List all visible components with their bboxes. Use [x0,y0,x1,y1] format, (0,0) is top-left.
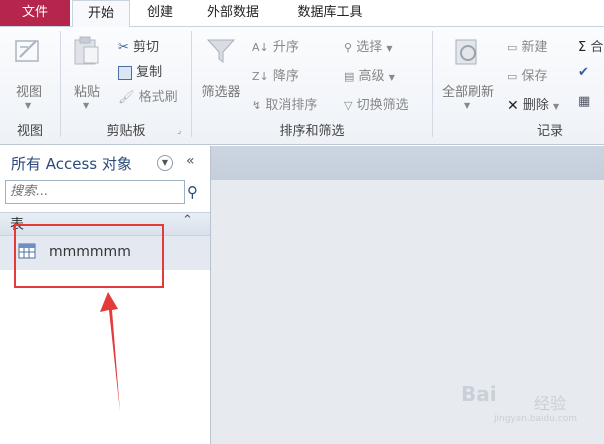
toggle-filter-icon: ▽ [344,99,353,112]
delete-label: 删除 [522,98,549,113]
arrow-annotation [100,292,120,412]
view-icon [15,40,39,62]
nav-search-box[interactable] [5,180,185,204]
group-title-view: 视图 [16,124,43,139]
advanced-label: 高级 [358,69,385,84]
totals-button[interactable]: Σ 合 [578,36,603,55]
group-divider [60,31,61,137]
chevron-down-icon: ▼ [83,101,90,110]
descending-label: 降序 [272,69,299,84]
tab-create[interactable]: 创建 [136,0,184,26]
search-icon[interactable]: ⚲ [187,183,198,201]
chevron-down-icon: ▼ [25,101,32,110]
search-input[interactable] [6,181,184,201]
format-painter-button[interactable]: 🖌 格式刷 [118,86,178,105]
filter-button[interactable]: 筛选器 [195,31,247,117]
watermark-text: 经验 jingyan.baidu.com [494,390,577,424]
new-record-label: 新建 [521,40,548,55]
refresh-icon [455,39,477,65]
clipboard-icon [74,36,99,65]
new-record-icon: ▭ [507,41,518,54]
delete-x-icon: ✕ [507,97,519,114]
watermark-sub: 经验 [534,394,567,413]
chevron-up-icon[interactable]: ⌃ [182,213,193,228]
cut-button[interactable]: ✂ 剪切 [118,36,159,55]
group-divider [191,31,192,137]
watermark-brand: Bai [461,382,497,406]
nav-menu-dropdown-icon[interactable]: ▼ [157,155,173,171]
remove-sort-label: 取消排序 [265,98,318,113]
more-icon: ▦ [578,94,591,109]
selection-filter-icon: ⚲ [344,41,353,54]
sigma-icon: Σ [578,40,587,55]
filter-label: 筛选器 [201,85,241,100]
refresh-all-label: 全部刷新 [441,85,494,100]
chevron-down-icon: ▼ [553,102,560,111]
paste-button[interactable]: 粘贴 ▼ [64,31,110,117]
watermark-logo: Bai [461,382,497,406]
sort-descending-button[interactable]: Z↓ 降序 [252,65,299,84]
group-title-clipboard: 剪贴板 [106,124,146,139]
save-label: 保存 [521,69,548,84]
cut-label: 剪切 [133,40,160,55]
more-records-button[interactable]: ▦ [578,94,590,109]
clear-sort-icon: ↯ [252,99,262,112]
ascending-label: 升序 [272,40,299,55]
tab-external-data[interactable]: 外部数据 [194,0,272,26]
sort-za-icon: Z↓ [252,70,269,83]
dialog-launcher-icon[interactable]: ⌟ [177,126,181,136]
toggle-filter-button[interactable]: ▽ 切换筛选 [344,94,409,113]
nav-pane-header[interactable]: 所有 Access 对象 ▼ « [0,146,210,179]
save-icon: ▭ [507,70,518,83]
tab-database-tools[interactable]: 数据库工具 [284,0,376,26]
save-record-button[interactable]: ▭ 保存 [507,65,548,84]
refresh-all-button[interactable]: 全部刷新 ▼ [436,31,500,117]
group-title-sort-filter: 排序和筛选 [279,124,345,139]
advanced-button[interactable]: ▤ 高级 ▼ [344,65,395,84]
new-record-button[interactable]: ▭ 新建 [507,36,548,55]
view-label: 视图 [15,85,42,100]
sort-ascending-button[interactable]: A↓ 升序 [252,36,299,55]
funnel-icon [206,39,236,63]
ribbon-tab-bar: 文件 开始 创建 外部数据 数据库工具 [0,0,604,28]
toggle-filter-label: 切换筛选 [356,98,409,113]
selection-button[interactable]: ⚲ 选择 ▼ [344,36,393,55]
chevron-down-icon: ▼ [386,44,393,53]
spelling-check-icon: ✔ [578,65,589,80]
copy-label: 复制 [136,65,163,80]
highlight-box [14,224,164,288]
group-title-records: 记录 [536,124,563,139]
scissors-icon: ✂ [118,40,129,55]
format-painter-label: 格式刷 [138,90,178,105]
spelling-button[interactable]: ✔ [578,65,589,80]
document-tab-strip [211,146,604,180]
watermark-url: jingyan.baidu.com [494,414,578,424]
totals-label: 合 [590,40,604,55]
view-button[interactable]: 视图 ▼ [4,31,54,117]
delete-record-button[interactable]: ✕ 删除 ▼ [507,94,559,114]
remove-sort-button[interactable]: ↯ 取消排序 [252,94,317,113]
nav-pane-title: 所有 Access 对象 [11,155,132,173]
paste-label: 粘贴 [73,85,100,100]
tab-file[interactable]: 文件 [0,0,70,26]
copy-button[interactable]: 复制 [118,61,162,80]
selection-label: 选择 [356,40,383,55]
copy-icon [118,65,132,80]
chevron-down-icon: ▼ [464,101,471,110]
sort-az-icon: A↓ [252,41,269,54]
collapse-pane-icon[interactable]: « [186,153,195,169]
chevron-down-icon: ▼ [388,73,395,82]
tab-home[interactable]: 开始 [72,0,130,28]
ribbon: 视图 ▼ 视图 粘贴 ▼ ✂ 剪切 复制 🖌 格式刷 剪贴板 ⌟ 筛选器 A↓ … [0,27,604,145]
paintbrush-icon: 🖌 [118,90,135,105]
advanced-filter-icon: ▤ [344,70,355,83]
group-divider [432,31,433,137]
